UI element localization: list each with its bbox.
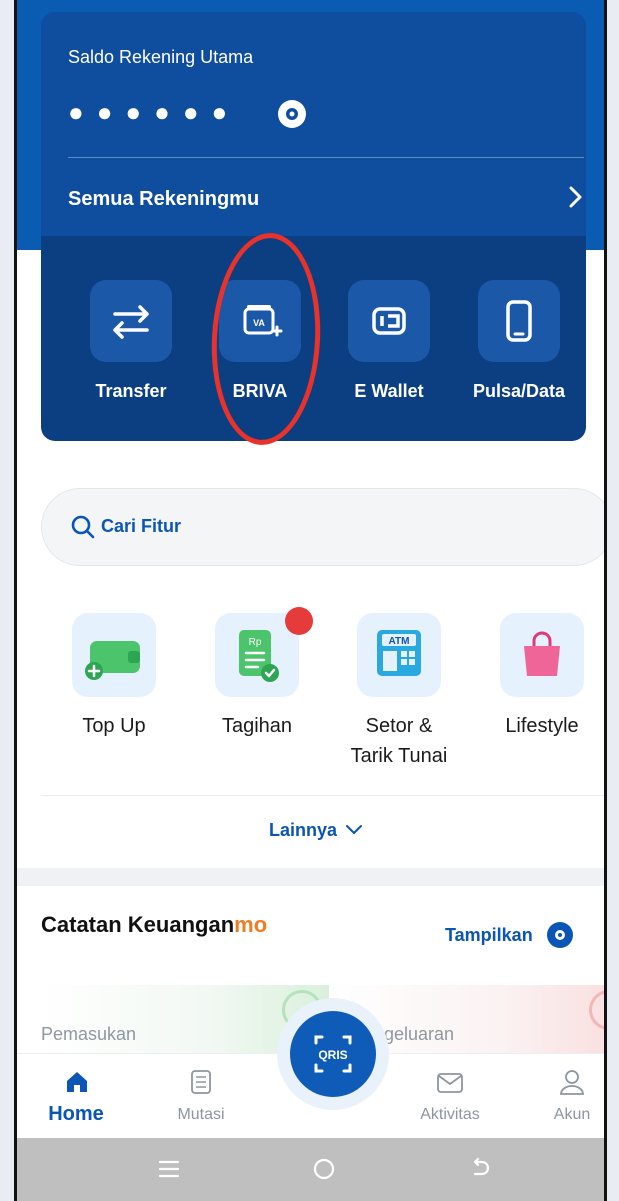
- all-accounts-link[interactable]: Semua Rekeningmu: [68, 188, 259, 211]
- setor-tarik-button[interactable]: ATM: [357, 613, 441, 697]
- wallet-icon: [372, 307, 406, 335]
- mail-icon: [437, 1073, 463, 1093]
- lifestyle-button[interactable]: [500, 613, 584, 697]
- masked-balance: ●●●●●●: [68, 97, 241, 127]
- eye-icon[interactable]: [275, 97, 309, 131]
- nav-mutasi-label: Mutasi: [177, 1106, 225, 1123]
- transfer-label: Transfer: [95, 381, 167, 401]
- tagihan-label: Tagihan: [221, 715, 293, 737]
- wallet-plus-icon: [85, 641, 140, 680]
- pulsa-data-label: Pulsa/Data: [472, 381, 566, 401]
- phone-icon: [506, 300, 532, 342]
- atm-icon: ATM: [377, 630, 421, 676]
- phone-screen: Saldo Rekening Utama ●●●●●● Semua Rekeni…: [14, 0, 607, 1201]
- nav-home-label: Home: [48, 1103, 104, 1125]
- account-icon: [560, 1070, 584, 1095]
- shopping-bag-icon: [524, 631, 560, 676]
- divider: [41, 795, 604, 796]
- recent-apps-icon[interactable]: [157, 1158, 181, 1180]
- search-icon: [70, 514, 96, 540]
- background-margin-left: [0, 0, 14, 1201]
- qr-scan-icon: QRIS: [314, 1035, 352, 1073]
- lifestyle-label: Lifestyle: [505, 715, 579, 737]
- nav-akun[interactable]: Akun: [537, 1066, 604, 1128]
- search-placeholder: Cari Fitur: [101, 516, 182, 536]
- transfer-icon: [113, 305, 149, 339]
- pulsa-data-button[interactable]: [478, 280, 560, 362]
- section-gap: [17, 868, 604, 886]
- qris-button[interactable]: QRIS: [290, 1011, 376, 1097]
- nav-akun-label: Akun: [553, 1106, 591, 1123]
- chevron-right-icon[interactable]: [563, 182, 589, 212]
- transfer-button[interactable]: [90, 280, 172, 362]
- setor-label-line2: Tarik Tunai: [350, 745, 448, 767]
- home-icon: [67, 1072, 87, 1092]
- ewallet-label: E Wallet: [354, 381, 424, 401]
- svg-text:Rp: Rp: [249, 637, 262, 648]
- eye-icon: [546, 922, 573, 948]
- pemasukan-label: Pemasukan: [41, 1024, 137, 1044]
- notification-badge: [285, 607, 313, 635]
- back-icon[interactable]: [468, 1156, 494, 1182]
- tampilkan-label: Tampilkan: [445, 924, 533, 945]
- lainnya-button[interactable]: Lainnya: [269, 815, 363, 845]
- background-margin-right: [607, 0, 619, 1201]
- nav-mutasi[interactable]: Mutasi: [156, 1066, 246, 1128]
- svg-text:QRIS: QRIS: [318, 1048, 347, 1062]
- tampilkan-button[interactable]: Tampilkan: [445, 920, 575, 950]
- setor-label-line1: Setor &: [365, 715, 433, 737]
- top-up-label: Top Up: [82, 715, 146, 737]
- home-system-icon[interactable]: [311, 1156, 337, 1182]
- nav-aktivitas[interactable]: Aktivitas: [405, 1066, 495, 1128]
- svg-text:ATM: ATM: [389, 636, 410, 647]
- lainnya-label: Lainnya: [269, 819, 338, 840]
- chevron-down-icon: [346, 825, 363, 834]
- top-up-button[interactable]: [72, 613, 156, 697]
- nav-aktivitas-label: Aktivitas: [420, 1106, 480, 1123]
- balance-label: Saldo Rekening Utama: [68, 47, 254, 67]
- catatan-title: Catatan Keuanganmo: [41, 912, 268, 937]
- ewallet-button[interactable]: [348, 280, 430, 362]
- divider: [68, 157, 584, 158]
- receipt-icon: [191, 1070, 211, 1094]
- nav-home[interactable]: Home: [41, 1066, 111, 1128]
